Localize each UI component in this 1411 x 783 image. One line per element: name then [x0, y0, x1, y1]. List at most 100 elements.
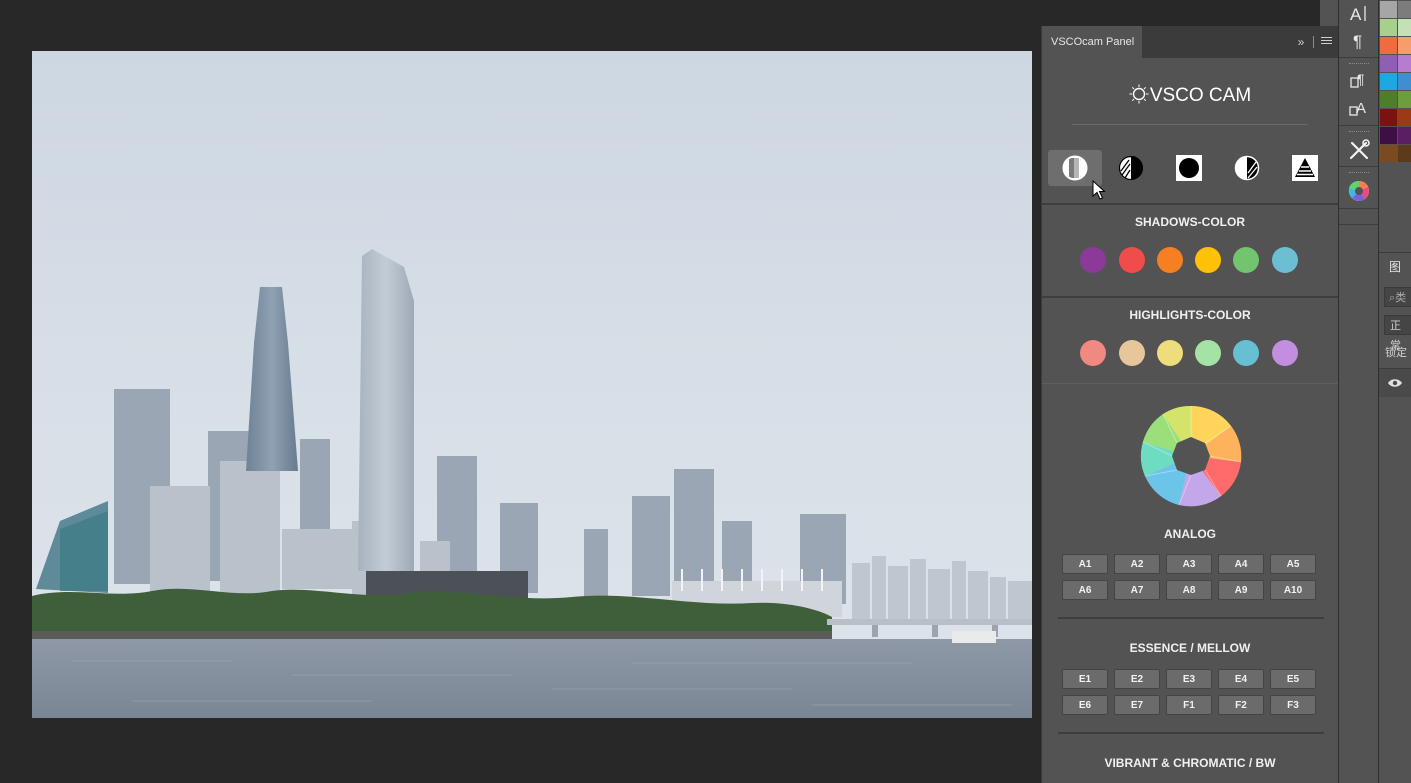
analog-preset-button[interactable]: A10	[1270, 580, 1316, 600]
eye-visibility-icon[interactable]	[1387, 378, 1403, 388]
logo-divider	[1072, 124, 1308, 125]
analog-preset-button[interactable]: A5	[1270, 554, 1316, 574]
essence-preset-button[interactable]: E4	[1218, 669, 1264, 689]
color-swatch[interactable]	[1398, 37, 1411, 54]
vsco-sun-icon	[1129, 84, 1149, 104]
lock-label: 锁定	[1385, 347, 1407, 359]
color-swatch[interactable]	[1380, 91, 1397, 108]
character-panel-icon[interactable]: A	[1347, 1, 1371, 25]
panel-menu-icon[interactable]	[1321, 37, 1332, 47]
color-swatch[interactable]	[1380, 127, 1397, 144]
color-swatch[interactable]	[1398, 91, 1411, 108]
shadows-color-dot[interactable]	[1195, 247, 1221, 273]
shadows-color-dot[interactable]	[1272, 247, 1298, 273]
analog-title: ANALOG	[1164, 527, 1216, 541]
color-swatch[interactable]	[1380, 109, 1397, 126]
essence-preset-button[interactable]: E7	[1114, 695, 1160, 715]
vscocam-panel: VSCOcam Panel » VSCO CAM SHADOWS-COLOR H…	[1041, 26, 1338, 783]
right-panel-dock: 图层 ⌕类 正常 锁定	[1378, 0, 1411, 783]
essence-preset-button[interactable]: E3	[1166, 669, 1212, 689]
panel-tab-vscocam[interactable]: VSCOcam Panel	[1042, 26, 1142, 58]
analog-preset-button[interactable]: A2	[1114, 554, 1160, 574]
highlights-color-dot[interactable]	[1157, 340, 1183, 366]
highlights-color-dot[interactable]	[1080, 340, 1106, 366]
color-swatch[interactable]	[1398, 55, 1411, 72]
collapse-panel-icon[interactable]: »	[1294, 34, 1308, 50]
toolstrip-grip	[1349, 63, 1369, 67]
essence-divider	[1058, 732, 1324, 734]
color-swatch[interactable]	[1380, 73, 1397, 90]
color-swatch[interactable]	[1380, 37, 1397, 54]
analog-preset-button[interactable]: A6	[1062, 580, 1108, 600]
color-wheel-icon[interactable]	[1347, 179, 1371, 203]
analog-preset-button[interactable]: A7	[1114, 580, 1160, 600]
analog-preset-button[interactable]: A1	[1062, 554, 1108, 574]
highlights-color-dot[interactable]	[1119, 340, 1145, 366]
color-swatch[interactable]	[1398, 145, 1411, 162]
mouse-cursor-icon	[1092, 180, 1106, 200]
color-swatch[interactable]	[1398, 109, 1411, 126]
highlights-color-dot[interactable]	[1195, 340, 1221, 366]
color-swatch[interactable]	[1380, 145, 1397, 162]
color-swatch[interactable]	[1398, 73, 1411, 90]
pyramid-tool-icon	[1292, 155, 1318, 181]
toolstrip-grip	[1349, 172, 1369, 176]
tools-icon[interactable]	[1347, 138, 1371, 162]
essence-preset-button[interactable]: F2	[1218, 695, 1264, 715]
layers-filter-input[interactable]: ⌕类	[1384, 287, 1411, 307]
exposure-tool-button[interactable]	[1162, 150, 1216, 186]
color-swatch[interactable]	[1380, 19, 1397, 36]
essence-preset-button[interactable]: F1	[1166, 695, 1212, 715]
analog-preset-button[interactable]: A3	[1166, 554, 1212, 574]
collapsed-panels-strip: A ¶ ¶ A	[1338, 0, 1379, 783]
essence-preset-button[interactable]: E2	[1114, 669, 1160, 689]
essence-mellow-title: ESSENCE / MELLOW	[1129, 641, 1251, 655]
highlights-color-dot[interactable]	[1233, 340, 1259, 366]
layers-filter-label: 类	[1395, 292, 1407, 304]
analog-preset-button[interactable]: A9	[1218, 580, 1264, 600]
blend-mode-select[interactable]: 正常	[1384, 315, 1411, 352]
shadows-color-dot[interactable]	[1080, 247, 1106, 273]
half-hatched-tool-icon	[1234, 155, 1260, 181]
character-styles-icon[interactable]: A	[1347, 96, 1371, 120]
aperture-color-wheel-icon	[1140, 405, 1242, 507]
toolstrip-separator	[1339, 208, 1379, 209]
highlights-color-dot[interactable]	[1272, 340, 1298, 366]
panel-tab-bar: VSCOcam Panel »	[1042, 26, 1338, 58]
essence-preset-button[interactable]: E1	[1062, 669, 1108, 689]
essence-preset-button[interactable]: F3	[1270, 695, 1316, 715]
skyline-image	[32, 51, 1032, 718]
color-swatch[interactable]	[1398, 127, 1411, 144]
color-swatch[interactable]	[1380, 1, 1397, 18]
tab-layers[interactable]: 图层	[1379, 252, 1411, 302]
color-swatch[interactable]	[1398, 19, 1411, 36]
tools-divider	[1042, 203, 1338, 205]
paragraph-styles-icon[interactable]: ¶	[1347, 68, 1371, 92]
toolstrip-separator	[1339, 125, 1379, 126]
tone-tool-button[interactable]	[1220, 150, 1274, 186]
contrast-tool-button[interactable]	[1104, 150, 1158, 186]
essence-preset-button[interactable]: E6	[1062, 695, 1108, 715]
toolstrip-separator	[1339, 224, 1379, 225]
toolstrip-separator	[1339, 57, 1379, 58]
shadows-color-dot[interactable]	[1119, 247, 1145, 273]
shadows-color-dot[interactable]	[1157, 247, 1183, 273]
svg-text:¶: ¶	[1357, 71, 1365, 87]
svg-text:A: A	[1356, 100, 1366, 117]
layer-row[interactable]	[1379, 368, 1411, 397]
highlights-color-title: HIGHLIGHTS-COLOR	[1129, 308, 1251, 322]
sharpen-tool-button[interactable]	[1278, 150, 1332, 186]
shadows-color-dot[interactable]	[1233, 247, 1259, 273]
color-swatch[interactable]	[1398, 1, 1411, 18]
color-swatch[interactable]	[1380, 55, 1397, 72]
highlights-divider	[1042, 383, 1338, 384]
solid-circle-tool-icon	[1176, 155, 1202, 181]
analog-preset-button[interactable]: A4	[1218, 554, 1264, 574]
analog-preset-button[interactable]: A8	[1166, 580, 1212, 600]
document-canvas-area	[0, 0, 1040, 783]
analog-color-wheel[interactable]	[1139, 404, 1243, 513]
paragraph-icon[interactable]: ¶	[1347, 28, 1371, 52]
essence-preset-button[interactable]: E5	[1270, 669, 1316, 689]
photo-city-skyline[interactable]	[32, 51, 1032, 718]
vibrant-chromatic-bw-title: VIBRANT & CHROMATIC / BW	[1104, 756, 1276, 770]
